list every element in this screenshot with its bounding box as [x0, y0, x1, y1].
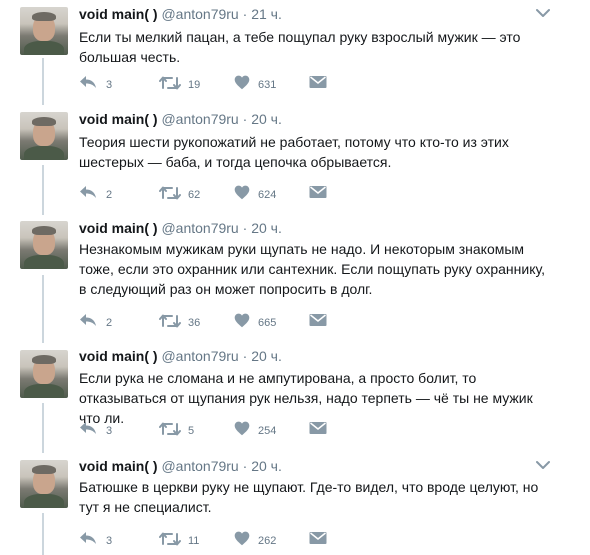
retweet-icon: [159, 186, 181, 200]
thread-line: [42, 93, 44, 103]
avatar[interactable]: [20, 350, 68, 398]
display-name[interactable]: void main( ): [79, 220, 158, 236]
envelope-icon: [309, 422, 327, 434]
like-count: 624: [258, 189, 277, 201]
reply-count: 3: [106, 535, 113, 547]
avatar[interactable]: [20, 460, 68, 508]
avatar[interactable]: [20, 7, 68, 55]
retweet-icon: [159, 532, 181, 546]
tweet-text: Батюшке в церкви руку не щупают. Где-то …: [79, 479, 539, 515]
timestamp[interactable]: 20 ч.: [251, 458, 282, 474]
username[interactable]: @anton79ru: [161, 6, 238, 22]
tweet[interactable]: void main( ) @anton79ru · 20 ч. Если рук…: [0, 331, 590, 453]
separator-dot: ·: [242, 220, 248, 236]
retweet-count: 11: [188, 535, 200, 547]
reply-count: 2: [106, 189, 113, 201]
tweet-header: void main( ) @anton79ru · 20 ч.: [79, 219, 282, 237]
tweet-header: void main( ) @anton79ru · 20 ч.: [79, 347, 282, 365]
like-count: 665: [258, 317, 277, 329]
display-name[interactable]: void main( ): [79, 458, 158, 474]
thread-line: [42, 331, 44, 341]
envelope-icon: [309, 186, 327, 198]
username[interactable]: @anton79ru: [161, 458, 238, 474]
tweet-header: void main( ) @anton79ru · 20 ч.: [79, 457, 282, 475]
chevron-down-icon[interactable]: [536, 8, 550, 18]
avatar[interactable]: [20, 112, 68, 160]
retweet-count: 62: [188, 189, 201, 201]
username[interactable]: @anton79ru: [161, 220, 238, 236]
envelope-icon: [309, 314, 327, 326]
display-name[interactable]: void main( ): [79, 6, 158, 22]
thread-line: [42, 441, 44, 451]
heart-icon: [234, 185, 250, 200]
retweet-count: 19: [188, 79, 201, 91]
tweet-header: void main( ) @anton79ru · 21 ч.: [79, 5, 282, 23]
reply-icon: [80, 76, 96, 88]
separator-dot: ·: [242, 458, 248, 474]
retweet-icon: [159, 314, 181, 328]
like-count: 254: [258, 425, 277, 437]
username[interactable]: @anton79ru: [161, 111, 238, 127]
reply-count: 3: [106, 79, 113, 91]
retweet-count: 5: [188, 425, 195, 437]
separator-dot: ·: [242, 348, 248, 364]
reply-count: 3: [106, 425, 113, 437]
envelope-icon: [309, 532, 327, 544]
like-count: 262: [258, 535, 277, 547]
tweet-actions: 3 11 262: [79, 529, 339, 549]
tweet-text: Теория шести рукопожатий не работает, по…: [79, 134, 509, 170]
reply-icon: [80, 422, 96, 434]
tweet[interactable]: void main( ) @anton79ru · 21 ч. Если ты …: [0, 0, 590, 105]
tweet-actions: 3 5 254: [79, 419, 339, 439]
timestamp[interactable]: 20 ч.: [251, 348, 282, 364]
like-count: 631: [258, 79, 277, 91]
avatar[interactable]: [20, 221, 68, 269]
username[interactable]: @anton79ru: [161, 348, 238, 364]
tweet-actions: 2 62 624: [79, 183, 339, 203]
timestamp[interactable]: 20 ч.: [251, 220, 282, 236]
tweet[interactable]: void main( ) @anton79ru · 20 ч. Батюшке …: [0, 441, 590, 555]
timestamp[interactable]: 20 ч.: [251, 111, 282, 127]
retweet-icon: [159, 422, 181, 436]
thread-line: [42, 203, 44, 213]
tweet-text: Если ты мелкий пацан, а тебе пощупал рук…: [79, 29, 521, 65]
heart-icon: [234, 313, 250, 328]
retweet-count: 36: [188, 317, 201, 329]
tweet-text: Незнакомым мужикам руки щупать не надо. …: [79, 241, 545, 297]
display-name[interactable]: void main( ): [79, 348, 158, 364]
reply-icon: [80, 314, 96, 326]
timestamp[interactable]: 21 ч.: [251, 6, 282, 22]
reply-icon: [80, 186, 96, 198]
heart-icon: [234, 75, 250, 90]
separator-dot: ·: [242, 111, 248, 127]
tweet[interactable]: void main( ) @anton79ru · 20 ч. Теория ш…: [0, 93, 590, 215]
tweet-header: void main( ) @anton79ru · 20 ч.: [79, 110, 282, 128]
reply-count: 2: [106, 317, 113, 329]
reply-icon: [80, 532, 96, 544]
display-name[interactable]: void main( ): [79, 111, 158, 127]
envelope-icon: [309, 76, 327, 88]
retweet-icon: [159, 76, 181, 90]
heart-icon: [234, 531, 250, 546]
tweet-actions: 3 19 631: [79, 73, 339, 93]
thread-line: [42, 513, 44, 555]
tweet-actions: 2 36 665: [79, 311, 339, 331]
heart-icon: [234, 421, 250, 436]
separator-dot: ·: [242, 6, 248, 22]
chevron-down-icon[interactable]: [536, 460, 550, 470]
tweet[interactable]: void main( ) @anton79ru · 20 ч. Незнаком…: [0, 203, 590, 343]
